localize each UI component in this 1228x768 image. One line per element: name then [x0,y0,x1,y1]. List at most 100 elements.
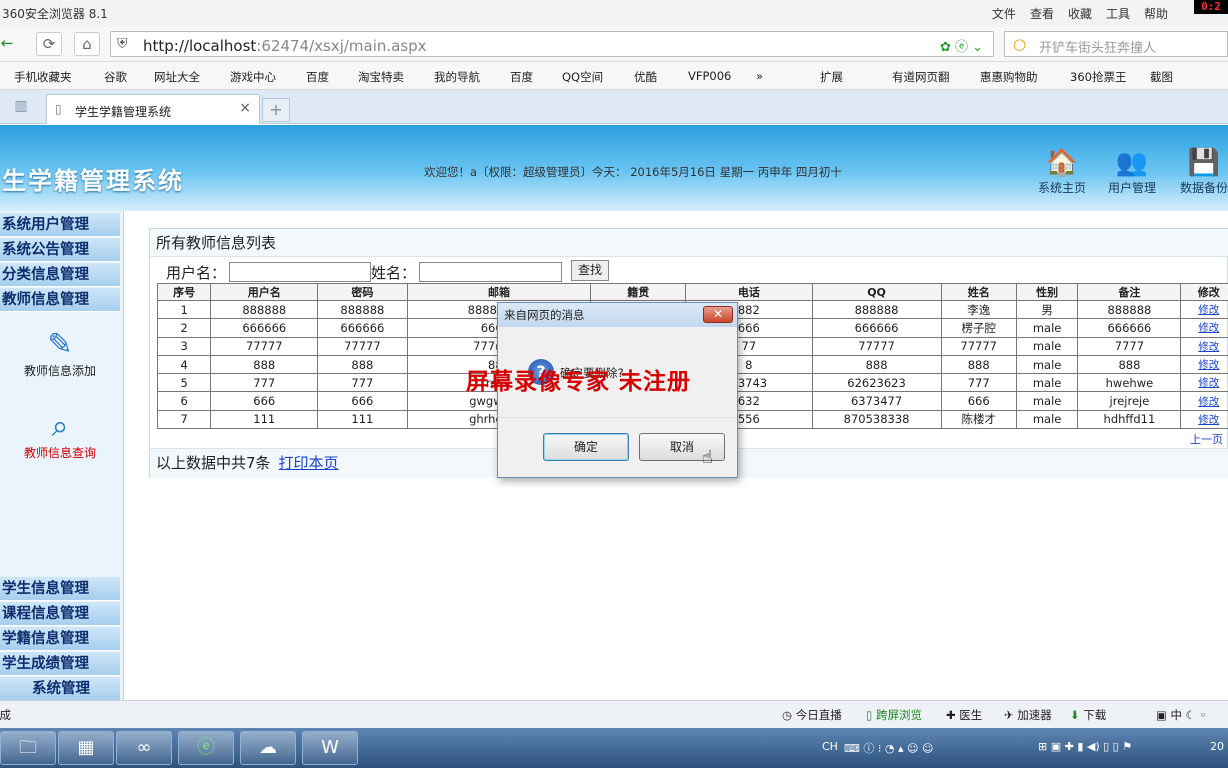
table-cell: 6 [156,391,212,411]
tool-huihui[interactable]: 惠惠购物助 [980,69,1038,85]
bookmark-item[interactable]: 网址大全 [154,69,200,85]
back-button[interactable]: ← [0,32,20,56]
username-label: 用户名： [166,264,227,282]
bookmark-item[interactable]: 优酷 [634,69,657,85]
taskbar-visualstudio[interactable]: ∞ [116,731,172,765]
taskbar-app[interactable]: ▦ [58,731,114,765]
table-cell: male [1015,409,1079,430]
edit-link[interactable]: 修改 [1198,359,1219,371]
edit-cell[interactable]: 修改 [1180,391,1228,411]
edit-cell[interactable]: 修改 [1180,373,1228,393]
header-home-button[interactable]: 🏠 系统主页 [1030,147,1094,196]
edit-cell[interactable]: 修改 [1180,409,1228,430]
menu-tools[interactable]: 工具 [1106,5,1130,22]
menu-file[interactable]: 文件 [992,5,1016,22]
table-cell: 888 [1077,354,1182,375]
table-cell: male [1015,336,1079,356]
sidebar-toggle-icon[interactable]: ▥ [8,98,34,120]
status-crossscreen[interactable]: ▯ 跨屏浏览 [866,707,922,723]
search-input[interactable]: 开铲车街头狂奔撞人 [1039,37,1156,56]
bookmarks-more-icon[interactable]: » [756,69,763,83]
nav-teacher-add[interactable]: ✎ 教师信息添加 [0,327,120,379]
edit-cell[interactable]: 修改 [1180,354,1228,375]
nav-system-notices[interactable]: 系统公告管理 [0,238,120,262]
status-live[interactable]: ◷ 今日直播 [782,707,842,723]
bookmark-item[interactable]: 游戏中心 [230,69,276,85]
nav-teachers[interactable]: 教师信息管理 [0,288,120,312]
nav-courses[interactable]: 课程信息管理 [0,602,120,626]
tool-youdao[interactable]: 有道网页翻 [892,69,950,85]
table-cell: 男 [1015,299,1079,320]
nav-teacher-query-label: 教师信息查询 [23,446,96,460]
home-button[interactable]: ⌂ [74,32,100,56]
url-bar[interactable]: ⛨ http://localhost:62474/xsxj/main.aspx … [110,31,994,57]
compat-mode-icon[interactable]: ✿ ⓔ ⌄ [940,36,983,55]
print-page-link[interactable]: 打印本页 [279,454,339,472]
ime-indicator[interactable]: ▣ 中 ☾ ◦ [1156,707,1206,723]
name-label: 姓名： [371,264,417,282]
search-engine-icon[interactable]: ○ [1013,35,1026,53]
name-input[interactable] [419,262,562,282]
nav-grades[interactable]: 学生成绩管理 [0,652,120,676]
tool-extensions[interactable]: 扩展 [820,69,843,85]
close-tab-icon[interactable]: × [239,100,251,116]
new-tab-button[interactable]: + [262,98,290,122]
bookmark-item[interactable]: 谷歌 [104,69,127,85]
recording-clock: 0:2 [1194,0,1228,14]
find-button[interactable]: 查找 [571,260,609,281]
nav-teacher-query[interactable]: ⌕ 教师信息查询 [0,409,120,461]
recorder-watermark: 屏幕录像专家 未注册 [466,368,692,395]
nav-system-admin[interactable]: 系统管理 [0,677,120,701]
header-backup-button[interactable]: 💾 数据备份 [1172,147,1228,196]
bookmark-item[interactable]: 百度 [306,69,329,85]
edit-link[interactable]: 修改 [1198,304,1219,316]
status-accelerator[interactable]: ✈ 加速器 [1004,707,1052,723]
nav-students[interactable]: 学生信息管理 [0,577,120,601]
nav-system-users[interactable]: 系统用户管理 [0,213,120,237]
backup-icon: 💾 [1187,148,1221,178]
status-download[interactable]: ⬇ 下载 [1070,707,1106,723]
nav-categories[interactable]: 分类信息管理 [0,263,120,287]
ok-button[interactable]: 确定 [543,433,629,461]
prev-page-link[interactable]: 上一页 [1190,431,1223,447]
edit-link[interactable]: 修改 [1198,396,1219,408]
header-users-button[interactable]: 👥 用户管理 [1100,147,1164,196]
edit-cell[interactable]: 修改 [1180,336,1228,356]
taskbar-wps[interactable]: W [302,731,358,765]
tool-screenshot[interactable]: 截图 [1150,69,1173,85]
status-doctor[interactable]: ✚ 医生 [946,707,982,723]
browser-icon: ⓔ [197,737,215,758]
url-text[interactable]: http://localhost:62474/xsxj/main.aspx [143,37,427,55]
taskbar-cloud[interactable]: ☁ [240,731,296,765]
edit-cell[interactable]: 修改 [1180,299,1228,320]
menu-favorites[interactable]: 收藏 [1068,5,1092,22]
tab-active[interactable]: ▯ 学生学籍管理系统 × [46,94,260,124]
menu-view[interactable]: 查看 [1030,5,1054,22]
refresh-button[interactable]: ⟳ [36,32,62,56]
bookmark-item[interactable]: VFP006 [688,69,731,83]
tray-icons[interactable]: ⌨ ⓘ ⁝ ◔ ▴ ☺ ☺ [844,740,933,756]
username-input[interactable] [229,262,371,282]
edit-link[interactable]: 修改 [1198,322,1219,334]
bookmark-item[interactable]: QQ空间 [562,69,603,85]
search-box[interactable]: ○ 开铲车街头狂奔撞人 [1004,31,1228,57]
edit-link[interactable]: 修改 [1198,414,1219,426]
taskbar-browser[interactable]: ⓔ [178,731,234,765]
edit-link[interactable]: 修改 [1198,377,1219,389]
edit-link[interactable]: 修改 [1198,341,1219,353]
taskbar-explorer[interactable]: 🗀 [0,731,56,765]
tool-tickets[interactable]: 360抢票王 [1070,69,1126,85]
tray-language[interactable]: CH [822,740,838,753]
table-cell: 7 [156,409,212,430]
nav-enrollment[interactable]: 学籍信息管理 [0,627,120,651]
tray-system-icons[interactable]: ⊞ ▣ ✚ ▮ ◀) ▯ ▯ ⚑ [1038,740,1132,753]
bookmark-item[interactable]: 百度 [510,69,533,85]
ime-mode: 中 [1170,708,1183,722]
edit-cell[interactable]: 修改 [1180,318,1228,338]
dialog-close-button[interactable]: ✕ [703,306,733,323]
menu-help[interactable]: 帮助 [1144,5,1168,22]
bookmark-item[interactable]: 我的导航 [434,69,480,85]
bookmark-item[interactable]: 淘宝特卖 [358,69,404,85]
table-cell: 888 [940,354,1017,375]
bookmark-item[interactable]: 手机收藏夹 [14,69,72,85]
